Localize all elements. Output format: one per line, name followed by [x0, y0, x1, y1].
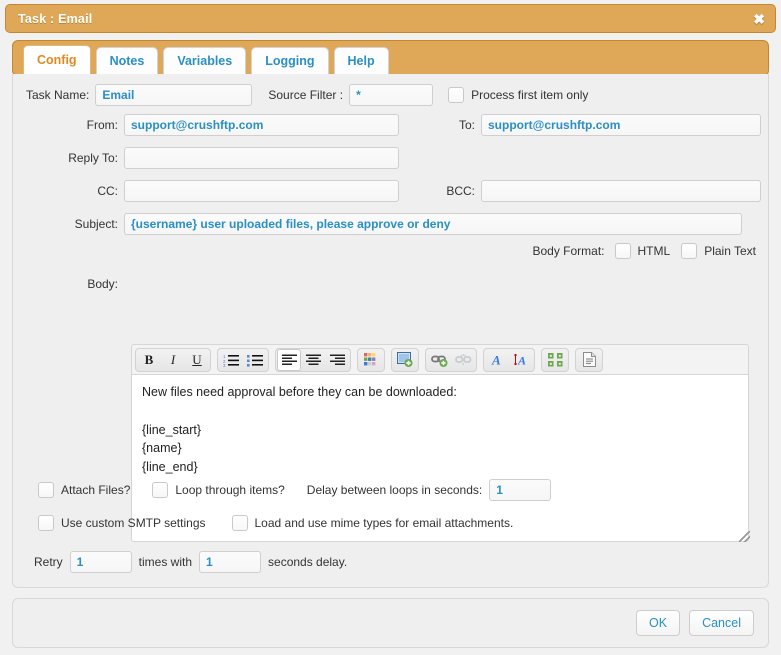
- tab-help[interactable]: Help: [333, 47, 389, 74]
- body-format-label: Body Format:: [532, 244, 605, 258]
- insert-link-icon[interactable]: [427, 349, 451, 371]
- fullscreen-group: [541, 347, 569, 372]
- reply-to-label: Reply To:: [68, 151, 118, 165]
- retry-delay-input[interactable]: [199, 551, 262, 573]
- unordered-list-icon[interactable]: [243, 349, 267, 371]
- attach-files-checkbox[interactable]: [38, 482, 54, 498]
- body-label: Body:: [87, 277, 118, 291]
- svg-text:A: A: [517, 354, 526, 368]
- ordered-list-icon[interactable]: 1 2 3: [219, 349, 243, 371]
- delay-input[interactable]: [489, 479, 552, 501]
- bcc-input[interactable]: [481, 180, 761, 202]
- source-view-icon[interactable]: [577, 349, 601, 371]
- plain-text-label: Plain Text: [704, 244, 756, 258]
- remove-link-icon[interactable]: [451, 349, 475, 371]
- retry-middle-label: times with: [138, 555, 193, 569]
- retry-times-input[interactable]: [69, 551, 132, 573]
- ok-button[interactable]: OK: [636, 610, 681, 636]
- svg-text:3: 3: [223, 363, 226, 367]
- cc-label: CC:: [97, 184, 118, 198]
- text-style-group: B I U: [135, 347, 211, 372]
- options-row-1: Attach Files? Loop through items? Delay …: [38, 479, 552, 501]
- retry-row: Retry times with seconds delay.: [34, 551, 347, 573]
- align-center-icon[interactable]: [301, 349, 325, 371]
- custom-smtp-label: Use custom SMTP settings: [61, 516, 206, 530]
- plain-text-checkbox[interactable]: [681, 243, 698, 259]
- bold-icon[interactable]: B: [137, 349, 161, 371]
- subject-row: Subject:: [26, 213, 742, 235]
- process-first-item-checkbox[interactable]: [448, 87, 465, 103]
- config-panel: Task Name: Source Filter : Process first…: [12, 74, 769, 588]
- mime-types-checkbox[interactable]: [231, 515, 248, 531]
- reply-to-row: Reply To:: [26, 147, 399, 169]
- dialog-title: Task : Email: [18, 11, 93, 26]
- loop-through-items-checkbox[interactable]: [152, 482, 169, 498]
- mime-types-label: Load and use mime types for email attach…: [254, 516, 514, 530]
- cc-input[interactable]: [124, 180, 399, 202]
- custom-smtp-checkbox[interactable]: [38, 515, 54, 531]
- task-name-input[interactable]: [95, 84, 253, 106]
- align-group: [275, 347, 351, 372]
- svg-text:A: A: [491, 353, 501, 368]
- source-filter-input[interactable]: [349, 84, 434, 106]
- reply-to-input[interactable]: [124, 147, 399, 169]
- tab-variables[interactable]: Variables: [163, 47, 247, 74]
- loop-through-items-label: Loop through items?: [175, 483, 285, 497]
- link-group: [425, 347, 477, 372]
- from-label: From:: [86, 118, 118, 132]
- retry-suffix-label: seconds delay.: [268, 555, 348, 569]
- list-group: 1 2 3: [217, 347, 269, 372]
- font-color-icon[interactable]: A: [485, 349, 509, 371]
- cancel-button[interactable]: Cancel: [689, 610, 754, 636]
- align-left-icon[interactable]: [277, 348, 301, 371]
- tab-config[interactable]: Config: [23, 45, 91, 74]
- tab-logging[interactable]: Logging: [251, 47, 329, 74]
- fullscreen-icon[interactable]: [543, 349, 567, 371]
- color-group: [357, 347, 385, 372]
- attach-files-label: Attach Files?: [61, 483, 131, 497]
- from-row: From: To:: [26, 114, 761, 136]
- font-group: A A: [483, 347, 535, 372]
- source-group: [575, 347, 603, 372]
- task-name-label: Task Name:: [26, 88, 90, 102]
- email-task-dialog: Task : Email ✖ Config Notes Variables Lo…: [0, 0, 781, 655]
- font-size-icon[interactable]: A: [509, 349, 533, 371]
- align-right-icon[interactable]: [325, 349, 349, 371]
- to-input[interactable]: [481, 114, 761, 136]
- task-name-row: Task Name: Source Filter : Process first…: [26, 84, 588, 106]
- retry-prefix-label: Retry: [34, 555, 63, 569]
- subject-label: Subject:: [74, 217, 118, 231]
- image-group: [391, 347, 419, 372]
- source-filter-label: Source Filter :: [268, 88, 344, 102]
- tab-notes[interactable]: Notes: [95, 47, 159, 74]
- close-icon[interactable]: ✖: [753, 12, 765, 26]
- from-input[interactable]: [124, 114, 399, 136]
- editor-toolbar: B I U 1 2 3 A A: [131, 344, 749, 374]
- underline-icon[interactable]: U: [185, 349, 209, 371]
- dialog-footer: OK Cancel: [12, 598, 769, 648]
- delay-label: Delay between loops in seconds:: [306, 483, 483, 497]
- body-format-row: Body Format: HTML Plain Text: [532, 243, 756, 259]
- html-label: HTML: [637, 244, 671, 258]
- cc-row: CC: BCC:: [26, 180, 761, 202]
- tab-bar: Config Notes Variables Logging Help: [12, 40, 769, 75]
- to-label: To:: [458, 118, 475, 132]
- process-first-item-label: Process first item only: [471, 88, 589, 102]
- dialog-titlebar: Task : Email ✖: [5, 4, 776, 33]
- insert-image-icon[interactable]: [393, 349, 417, 371]
- options-row-2: Use custom SMTP settings Load and use mi…: [38, 515, 513, 531]
- color-palette-icon[interactable]: [359, 349, 383, 371]
- subject-input[interactable]: [124, 213, 742, 235]
- bcc-label: BCC:: [446, 184, 475, 198]
- html-checkbox[interactable]: [614, 243, 631, 259]
- italic-icon[interactable]: I: [161, 349, 185, 371]
